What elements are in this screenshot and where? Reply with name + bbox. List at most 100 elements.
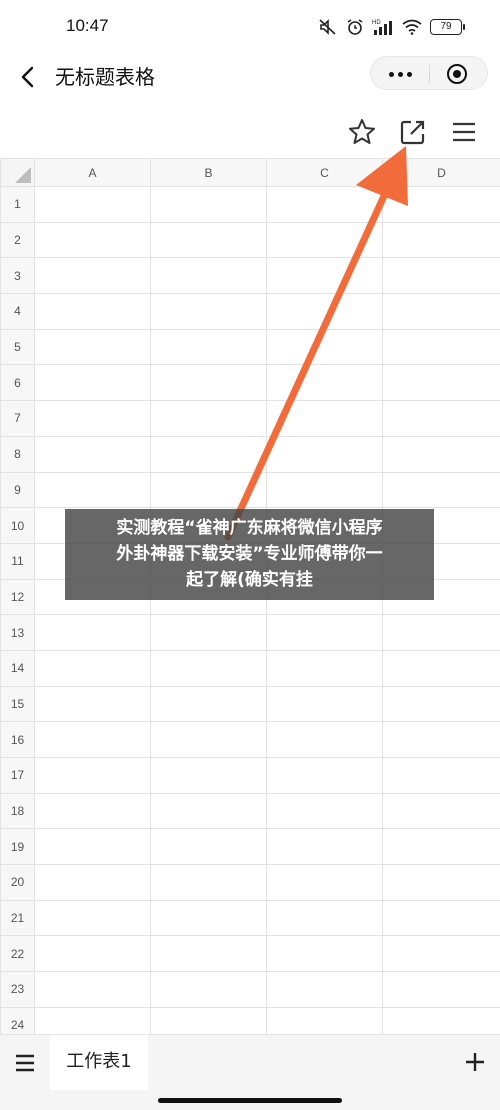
row-header[interactable]: 24 (0, 1006, 35, 1034)
cell-B18[interactable] (150, 792, 267, 830)
cell-B22[interactable] (150, 935, 267, 973)
cell-B21[interactable] (150, 899, 267, 937)
cell-B5[interactable] (150, 328, 267, 366)
cell-B13[interactable] (150, 614, 267, 651)
cell-D15[interactable] (382, 685, 500, 723)
row-header[interactable]: 8 (0, 435, 35, 473)
cell-A17[interactable] (34, 757, 151, 794)
cell-D13[interactable] (382, 614, 500, 651)
row-header[interactable]: 14 (0, 649, 35, 687)
cell-D7[interactable] (382, 400, 500, 437)
cell-D18[interactable] (382, 792, 500, 830)
select-all-corner[interactable] (0, 158, 35, 187)
cell-B16[interactable] (150, 721, 267, 758)
home-indicator[interactable] (158, 1098, 342, 1103)
cell-D2[interactable] (382, 221, 500, 259)
cell-B17[interactable] (150, 757, 267, 794)
row-header[interactable]: 11 (0, 542, 35, 580)
cell-A9[interactable] (34, 471, 151, 509)
cell-B6[interactable] (150, 364, 267, 402)
plus-icon[interactable] (464, 1051, 486, 1073)
cell-C7[interactable] (266, 400, 383, 437)
cell-D6[interactable] (382, 364, 500, 402)
cell-D14[interactable] (382, 649, 500, 687)
cell-D20[interactable] (382, 864, 500, 901)
cell-C19[interactable] (266, 828, 383, 866)
cell-C13[interactable] (266, 614, 383, 651)
row-header[interactable]: 17 (0, 757, 35, 794)
row-header[interactable]: 18 (0, 792, 35, 830)
row-header[interactable]: 4 (0, 293, 35, 330)
column-header[interactable]: D (382, 158, 500, 187)
cell-A24[interactable] (34, 1006, 151, 1034)
row-header[interactable]: 21 (0, 899, 35, 937)
cell-C1[interactable] (266, 186, 383, 223)
row-header[interactable]: 13 (0, 614, 35, 651)
cell-B3[interactable] (150, 257, 267, 295)
cell-B15[interactable] (150, 685, 267, 723)
cell-C18[interactable] (266, 792, 383, 830)
cell-A3[interactable] (34, 257, 151, 295)
cell-B20[interactable] (150, 864, 267, 901)
more-dots-icon[interactable] (371, 57, 429, 91)
row-header[interactable]: 3 (0, 257, 35, 295)
cell-C22[interactable] (266, 935, 383, 973)
menu-icon[interactable] (448, 116, 480, 148)
row-header[interactable]: 6 (0, 364, 35, 402)
cell-A1[interactable] (34, 186, 151, 223)
cell-D24[interactable] (382, 1006, 500, 1034)
cell-C20[interactable] (266, 864, 383, 901)
row-header[interactable]: 10 (0, 507, 35, 544)
row-header[interactable]: 15 (0, 685, 35, 723)
cell-A2[interactable] (34, 221, 151, 259)
cell-C24[interactable] (266, 1006, 383, 1034)
cell-D17[interactable] (382, 757, 500, 794)
cell-D3[interactable] (382, 257, 500, 295)
row-header[interactable]: 1 (0, 186, 35, 223)
cell-D22[interactable] (382, 935, 500, 973)
row-header[interactable]: 12 (0, 578, 35, 616)
cell-B9[interactable] (150, 471, 267, 509)
cell-B2[interactable] (150, 221, 267, 259)
cell-D1[interactable] (382, 186, 500, 223)
cell-C8[interactable] (266, 435, 383, 473)
cell-D16[interactable] (382, 721, 500, 758)
cell-D19[interactable] (382, 828, 500, 866)
row-header[interactable]: 2 (0, 221, 35, 259)
cell-C5[interactable] (266, 328, 383, 366)
cell-A16[interactable] (34, 721, 151, 758)
cell-C3[interactable] (266, 257, 383, 295)
cell-C2[interactable] (266, 221, 383, 259)
cell-D4[interactable] (382, 293, 500, 330)
cell-B14[interactable] (150, 649, 267, 687)
cell-B4[interactable] (150, 293, 267, 330)
cell-A5[interactable] (34, 328, 151, 366)
cell-A7[interactable] (34, 400, 151, 437)
row-header[interactable]: 20 (0, 864, 35, 901)
cell-C17[interactable] (266, 757, 383, 794)
cell-A23[interactable] (34, 971, 151, 1008)
cell-C23[interactable] (266, 971, 383, 1008)
sheet-tab-1[interactable]: 工作表1 (50, 1035, 148, 1091)
cell-A4[interactable] (34, 293, 151, 330)
cell-D8[interactable] (382, 435, 500, 473)
cell-A20[interactable] (34, 864, 151, 901)
cell-A6[interactable] (34, 364, 151, 402)
cell-C4[interactable] (266, 293, 383, 330)
cell-B8[interactable] (150, 435, 267, 473)
star-icon[interactable] (346, 116, 378, 148)
share-external-icon[interactable] (397, 116, 429, 148)
cell-B1[interactable] (150, 186, 267, 223)
cell-A15[interactable] (34, 685, 151, 723)
cell-C14[interactable] (266, 649, 383, 687)
cell-A21[interactable] (34, 899, 151, 937)
chevron-left-icon[interactable] (14, 62, 44, 92)
cell-A8[interactable] (34, 435, 151, 473)
cell-A19[interactable] (34, 828, 151, 866)
column-header[interactable]: B (150, 158, 267, 187)
cell-B24[interactable] (150, 1006, 267, 1034)
cell-B23[interactable] (150, 971, 267, 1008)
mini-program-close-icon[interactable] (447, 64, 467, 84)
cell-D21[interactable] (382, 899, 500, 937)
column-header[interactable]: C (266, 158, 383, 187)
